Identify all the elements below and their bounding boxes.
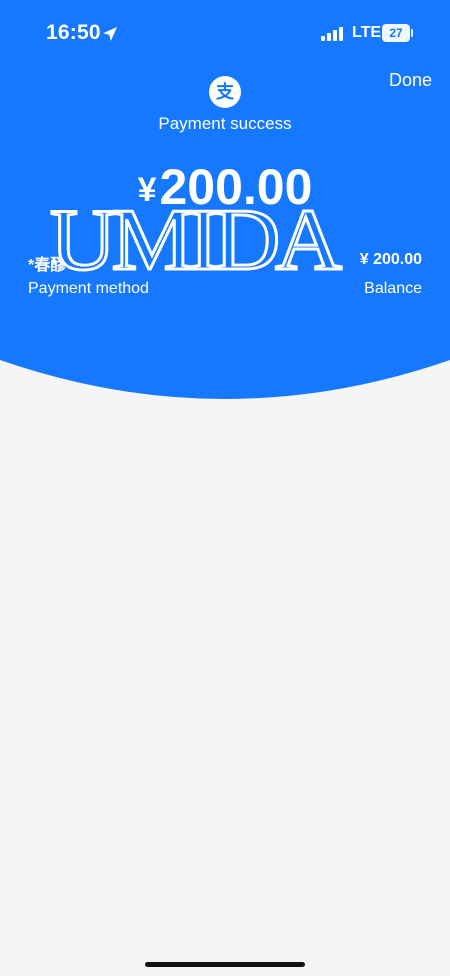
battery-icon: 27 <box>382 24 414 42</box>
balance-label: Balance <box>364 280 422 297</box>
alipay-icon: 支 <box>209 76 241 108</box>
payment-success-screen: 16:50 LTE 27 Done 支 Payment success ¥200… <box>0 0 450 976</box>
battery-cap <box>411 29 413 37</box>
svg-text:支: 支 <box>215 81 235 103</box>
home-indicator <box>145 962 305 967</box>
status-time: 16:50 <box>46 21 101 44</box>
location-arrow-icon <box>103 27 117 41</box>
payment-method-value: *春醪 <box>28 257 67 274</box>
balance-value: ¥ 200.00 <box>359 251 422 268</box>
amount-value: 200.00 <box>159 159 313 215</box>
done-button[interactable]: Done <box>389 70 432 90</box>
battery-level: 27 <box>382 24 410 42</box>
status-network: LTE <box>352 24 382 41</box>
payment-success-title: Payment success <box>158 114 292 133</box>
status-bar: 16:50 LTE 27 <box>0 0 450 64</box>
payment-amount: ¥200.00 <box>0 160 450 217</box>
signal-bars-icon <box>321 27 343 41</box>
currency-symbol: ¥ <box>137 171 157 209</box>
payment-method-label: Payment method <box>28 280 149 297</box>
header-curve <box>0 300 450 399</box>
